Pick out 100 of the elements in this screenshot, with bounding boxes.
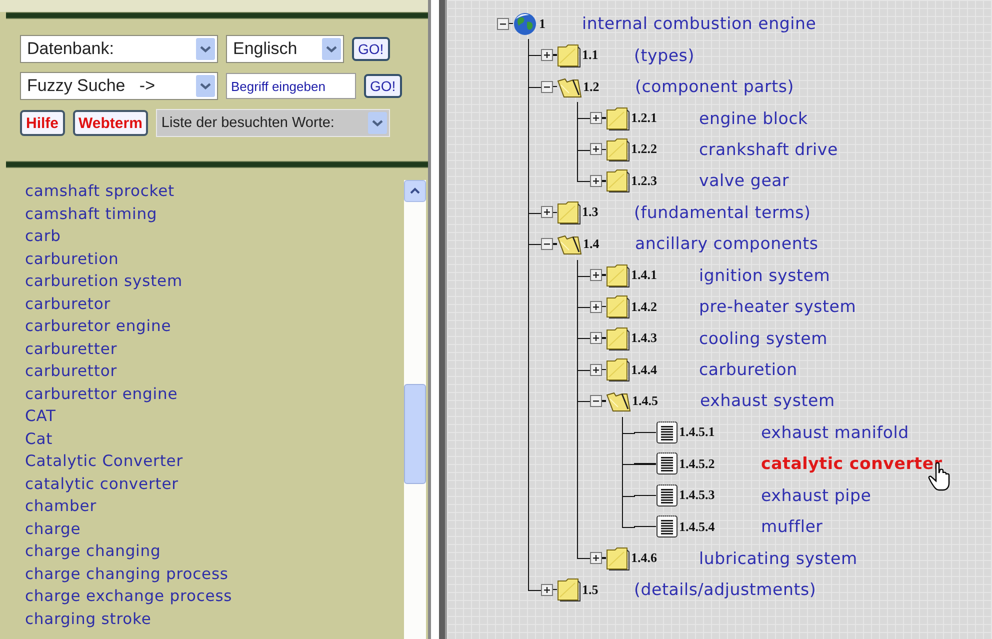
node-number: 1.1 bbox=[582, 47, 600, 64]
tree-link[interactable]: (details/adjustments) bbox=[634, 580, 816, 600]
expand-icon[interactable] bbox=[590, 300, 602, 313]
node-number: 1.4.5.2 bbox=[679, 456, 716, 472]
word-link[interactable]: charge exchange process bbox=[25, 585, 232, 608]
tree-link[interactable]: exhaust manifold bbox=[761, 422, 909, 442]
word-link[interactable]: carburettor engine bbox=[25, 382, 178, 405]
word-link[interactable]: carburetter bbox=[25, 338, 118, 360]
node-number: 1.4.1 bbox=[631, 267, 658, 284]
scroll-thumb[interactable] bbox=[404, 384, 426, 484]
word-link[interactable]: carburetion bbox=[25, 248, 119, 270]
folder-icon bbox=[557, 200, 581, 225]
tree-link[interactable]: exhaust pipe bbox=[761, 486, 872, 505]
word-link[interactable]: carburetor engine bbox=[25, 315, 172, 338]
node-number: 1.2.3 bbox=[631, 172, 658, 189]
word-link[interactable]: charge bbox=[25, 518, 81, 540]
folder-icon bbox=[606, 136, 630, 162]
tree-link[interactable]: (component parts) bbox=[635, 77, 794, 96]
node-number: 1.4.3 bbox=[631, 330, 658, 346]
node-number: 1.2.1 bbox=[631, 110, 658, 126]
tree-link[interactable]: pre-heater system bbox=[699, 297, 856, 316]
expand-icon[interactable] bbox=[590, 364, 602, 376]
tree-link[interactable]: lubricating system bbox=[699, 548, 858, 568]
expand-icon[interactable] bbox=[590, 552, 602, 564]
language-dropdown[interactable]: Englisch bbox=[226, 35, 344, 63]
folder-icon bbox=[606, 106, 630, 131]
node-number: 1.2.2 bbox=[631, 141, 658, 158]
node-number: 1.4.5.3 bbox=[679, 487, 716, 504]
node-number: 1.4.5.4 bbox=[679, 518, 716, 535]
tree-link[interactable]: (types) bbox=[634, 46, 694, 65]
word-link[interactable]: CAT bbox=[25, 405, 56, 428]
expand-icon[interactable] bbox=[541, 49, 553, 62]
tree-link[interactable]: internal combustion engine bbox=[582, 14, 816, 34]
go-button[interactable]: GO! bbox=[364, 74, 402, 98]
folder-icon bbox=[606, 326, 630, 351]
caret-icon bbox=[410, 187, 420, 195]
node-number: 1.4.5.1 bbox=[679, 424, 716, 440]
help-button[interactable]: Hilfe bbox=[20, 110, 65, 136]
history-dropdown[interactable]: Liste der besuchten Worte: bbox=[156, 109, 390, 137]
word-link[interactable]: charge changing process bbox=[25, 562, 228, 585]
collapse-icon[interactable] bbox=[541, 80, 553, 93]
scroll-up-button[interactable] bbox=[404, 180, 426, 202]
folder-icon bbox=[606, 546, 630, 571]
word-link[interactable]: Catalytic Converter bbox=[25, 450, 184, 472]
node-number: 1.4.2 bbox=[631, 298, 658, 315]
tree-link[interactable]: ancillary components bbox=[635, 234, 818, 254]
collapse-icon[interactable] bbox=[497, 18, 509, 30]
scrollbar[interactable] bbox=[404, 180, 426, 639]
tree-link[interactable]: ignition system bbox=[699, 266, 830, 285]
folder-icon bbox=[557, 577, 581, 602]
caret-icon bbox=[368, 112, 388, 134]
collapse-icon[interactable] bbox=[541, 238, 553, 250]
expand-icon[interactable] bbox=[541, 584, 553, 596]
node-number: 1.2 bbox=[583, 78, 600, 95]
database-dropdown[interactable]: Datenbank: bbox=[20, 35, 218, 63]
folder-icon bbox=[557, 42, 581, 68]
expand-icon[interactable] bbox=[590, 174, 602, 187]
tree-link[interactable]: engine block bbox=[699, 108, 808, 128]
globe-icon bbox=[513, 12, 537, 36]
folder-icon bbox=[606, 357, 630, 382]
word-link[interactable]: charge changing bbox=[25, 540, 161, 562]
expand-icon[interactable] bbox=[590, 332, 602, 344]
tree-link[interactable]: muffler bbox=[761, 517, 823, 536]
collapse-icon[interactable] bbox=[590, 394, 602, 407]
folder-icon bbox=[606, 262, 630, 288]
word-link[interactable]: camshaft sprocket bbox=[25, 180, 174, 202]
tree-link[interactable]: cooling system bbox=[699, 328, 828, 348]
word-link[interactable]: carburettor bbox=[25, 360, 118, 382]
pane-splitter[interactable] bbox=[428, 0, 447, 639]
tree-link[interactable]: crankshaft drive bbox=[699, 140, 838, 159]
node-number: 1.4.6 bbox=[631, 550, 658, 566]
expand-icon[interactable] bbox=[590, 269, 602, 282]
search-mode-dropdown[interactable]: Fuzzy Suche -> bbox=[20, 72, 218, 100]
node-number: 1 bbox=[539, 16, 546, 32]
tree-link[interactable]: valve gear bbox=[699, 171, 790, 190]
expand-icon[interactable] bbox=[590, 143, 602, 156]
tree-link[interactable]: carburetion bbox=[699, 360, 798, 380]
go-button[interactable]: GO! bbox=[352, 37, 390, 61]
node-number: 1.4.4 bbox=[631, 362, 658, 378]
word-link[interactable]: chamber bbox=[25, 495, 96, 518]
search-field[interactable]: Begriff eingeben bbox=[226, 73, 356, 99]
word-link[interactable]: carb bbox=[25, 225, 61, 248]
word-link[interactable]: charging stroke bbox=[25, 608, 152, 630]
tree-link[interactable]: (fundamental terms) bbox=[634, 202, 811, 222]
word-link[interactable]: camshaft timing bbox=[25, 202, 158, 225]
word-link[interactable]: carburetion system bbox=[25, 270, 182, 292]
word-link[interactable]: catalytic converter bbox=[25, 472, 178, 495]
node-number: 1.4.5 bbox=[632, 392, 659, 409]
expand-icon[interactable] bbox=[590, 112, 602, 124]
folder-icon bbox=[606, 294, 630, 320]
webterm-button[interactable]: Webterm bbox=[72, 110, 148, 136]
caret-icon bbox=[196, 75, 215, 97]
word-link[interactable]: carburetor bbox=[25, 292, 111, 315]
expand-icon[interactable] bbox=[541, 206, 553, 218]
node-number: 1.4 bbox=[583, 236, 600, 252]
word-link[interactable]: Cat bbox=[25, 428, 53, 450]
node-number: 1.5 bbox=[582, 582, 600, 598]
folder-icon bbox=[606, 168, 630, 194]
tree-link[interactable]: exhaust system bbox=[700, 391, 835, 410]
caret-icon bbox=[322, 38, 341, 60]
